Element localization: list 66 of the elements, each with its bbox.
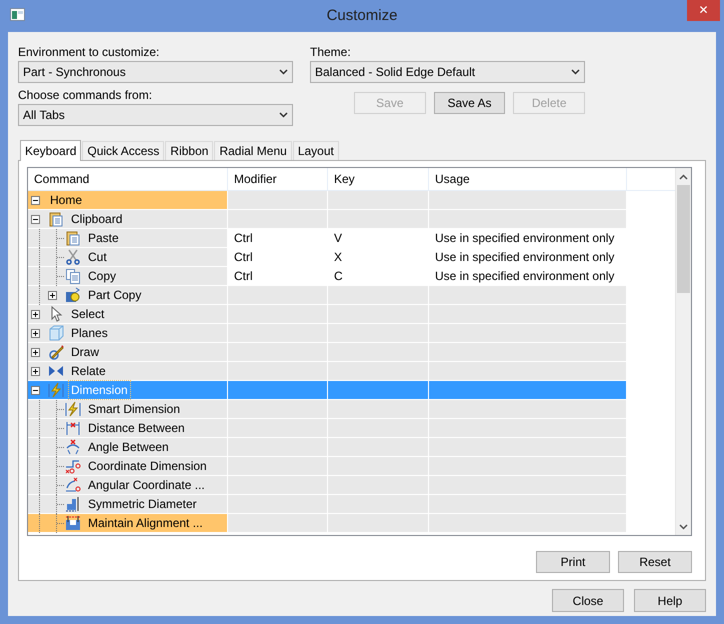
column-header[interactable]: Key: [328, 168, 429, 190]
tree-item[interactable]: Home: [28, 191, 228, 209]
theme-dropdown[interactable]: Balanced - Solid Edge Default: [310, 61, 585, 83]
tree-item[interactable]: Symmetric Diameter: [28, 495, 228, 513]
coordinate-icon: [65, 458, 81, 474]
column-header[interactable]: Modifier: [228, 168, 328, 190]
tree-item[interactable]: Coordinate Dimension: [28, 457, 228, 475]
expand-icon[interactable]: [31, 366, 40, 376]
button[interactable]: Reset: [618, 551, 692, 573]
field-label: Environment to customize:: [18, 44, 160, 61]
chevron-icon: [571, 69, 580, 75]
button[interactable]: Print: [536, 551, 610, 573]
column-header[interactable]: Command: [28, 168, 228, 190]
collapse-icon[interactable]: [31, 214, 40, 224]
tab[interactable]: Layout: [292, 141, 339, 160]
bolt-icon: [65, 401, 81, 417]
scrollbar-thumb[interactable]: [677, 185, 690, 293]
angle-icon: [65, 439, 81, 455]
tree-item[interactable]: Part Copy: [28, 286, 228, 304]
angular-coordinate-icon: [65, 477, 81, 493]
button[interactable]: Close: [552, 589, 624, 612]
tab[interactable]: Quick Access: [82, 141, 164, 160]
tree-item[interactable]: Planes: [28, 324, 228, 342]
commands-dropdown[interactable]: All Tabs: [18, 104, 293, 126]
diameter-icon: [65, 496, 81, 512]
box-icon: [65, 287, 81, 303]
tree-item[interactable]: Select: [28, 305, 228, 323]
tree-item[interactable]: Smart Dimension: [28, 400, 228, 418]
chevron-icon: [279, 69, 288, 75]
expand-icon[interactable]: [31, 310, 40, 318]
distance-icon: [65, 420, 81, 436]
tree-item[interactable]: Copy: [28, 267, 228, 285]
tree-item[interactable]: Clipboard: [28, 210, 228, 228]
tree-item[interactable]: Angular Coordinate ...: [28, 476, 228, 494]
field-label: Theme:: [310, 44, 352, 61]
bolt-icon: [48, 382, 64, 398]
bowtie-icon: [48, 363, 64, 379]
alignment-icon: [65, 515, 81, 531]
tab[interactable]: Radial Menu: [214, 141, 292, 160]
field-label: Choose commands from:: [18, 87, 154, 104]
button[interactable]: Save As: [434, 92, 506, 114]
expand-icon[interactable]: [31, 328, 40, 338]
pencil-icon: [48, 344, 64, 360]
tree-item[interactable]: Distance Between: [28, 419, 228, 437]
scroll-down-icon[interactable]: [679, 524, 688, 530]
plane-icon: [48, 325, 64, 341]
expand-icon[interactable]: [48, 290, 57, 300]
collapse-icon[interactable]: [31, 196, 40, 204]
environment-dropdown[interactable]: Part - Synchronous: [18, 61, 293, 83]
tree-item[interactable]: Angle Between: [28, 438, 228, 456]
tree-item[interactable]: Maintain Alignment ...: [28, 514, 228, 532]
scissors-icon: [65, 249, 81, 265]
expand-icon[interactable]: [31, 348, 40, 356]
tab[interactable]: Keyboard: [20, 140, 82, 161]
window-icon: [10, 8, 25, 21]
button[interactable]: Help: [634, 589, 706, 612]
tab[interactable]: Ribbon: [165, 141, 214, 160]
close-button[interactable]: ✕: [687, 0, 720, 21]
window-title: Customize: [326, 6, 398, 26]
tree-item[interactable]: Relate: [28, 362, 228, 380]
collapse-icon[interactable]: [31, 386, 40, 394]
scroll-up-icon[interactable]: [679, 174, 688, 180]
chevron-icon: [279, 112, 288, 118]
tree-item[interactable]: Paste: [28, 229, 228, 247]
tree-item[interactable]: Cut: [28, 248, 228, 266]
tree-item[interactable]: Draw: [28, 343, 228, 361]
